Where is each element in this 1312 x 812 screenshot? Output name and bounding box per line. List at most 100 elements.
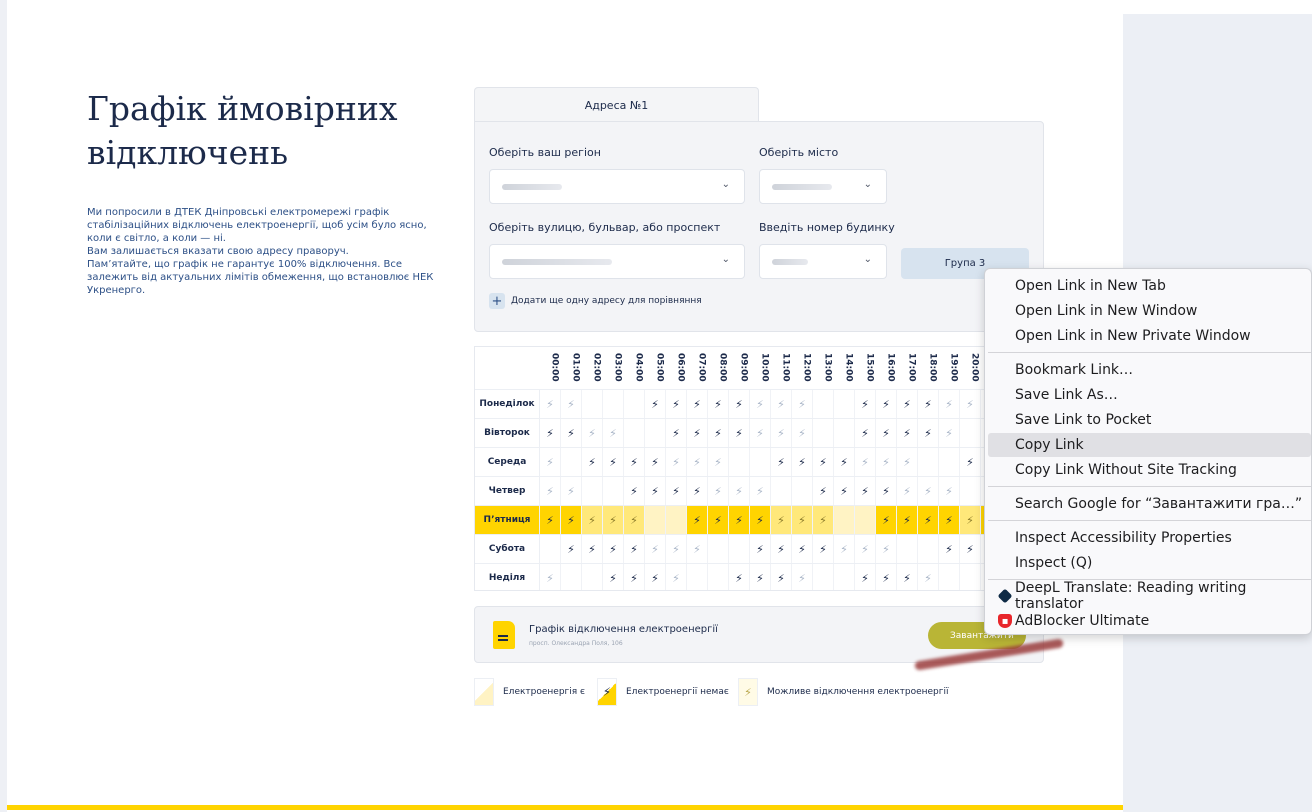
schedule-cell xyxy=(645,506,666,534)
hour-header: 16:00 xyxy=(885,353,896,382)
page-title: Графік ймовірних відключень xyxy=(87,89,398,172)
schedule-cell xyxy=(708,535,729,563)
outage-icon: ⚡ xyxy=(666,419,687,447)
hour-header: 02:00 xyxy=(591,353,602,382)
hour-header: 10:00 xyxy=(759,353,770,382)
outage-icon: ⚡ xyxy=(687,477,708,505)
possible-outage-icon: ⚡ xyxy=(897,477,918,505)
outage-icon: ⚡ xyxy=(813,477,834,505)
outage-icon: ⚡ xyxy=(561,535,582,563)
outage-schedule-table: 00:00 01:00 02:00 03:00 04:00 05:00 06:00 07:00… xyxy=(474,346,1044,591)
outage-icon: ⚡ xyxy=(855,390,876,418)
schedule-cell xyxy=(960,564,981,590)
outage-icon: ⚡ xyxy=(897,390,918,418)
add-address-link[interactable]: + Додати ще одну адресу для порівняння xyxy=(489,293,702,309)
outage-icon: ⚡ xyxy=(624,564,645,590)
outage-icon: ⚡ xyxy=(960,535,981,563)
outage-icon: ⚡ xyxy=(561,506,582,534)
outage-icon: ⚡ xyxy=(813,535,834,563)
outage-icon: ⚡ xyxy=(771,564,792,590)
menu-copy-link[interactable]: Copy Link xyxy=(988,433,1311,457)
outage-icon: ⚡ xyxy=(897,506,918,534)
menu-bookmark-link[interactable]: Bookmark Link… xyxy=(988,358,1311,382)
possible-outage-icon: ⚡ xyxy=(771,506,792,534)
street-select[interactable]: ⌄ xyxy=(489,244,745,279)
city-select[interactable]: ⌄ xyxy=(759,169,887,204)
outage-icon: ⚡ xyxy=(855,419,876,447)
menu-adblocker-label: AdBlocker Ultimate xyxy=(1015,613,1150,629)
outage-icon: ⚡ xyxy=(897,564,918,590)
outage-icon: ⚡ xyxy=(918,390,939,418)
schedule-cell xyxy=(834,564,855,590)
hour-header: 14:00 xyxy=(843,353,854,382)
outage-icon: ⚡ xyxy=(729,390,750,418)
outage-icon: ⚡ xyxy=(939,535,960,563)
city-label: Оберіть місто xyxy=(759,146,839,159)
outage-icon: ⚡ xyxy=(876,506,897,534)
menu-adblocker[interactable]: ▪ AdBlocker Ultimate xyxy=(988,609,1311,633)
outage-icon: ⚡ xyxy=(729,419,750,447)
outage-icon: ⚡ xyxy=(834,448,855,476)
schedule-row: Вівторок ⚡ ⚡ ⚡ ⚡ ⚡ ⚡ ⚡ ⚡ ⚡ ⚡ ⚡ ⚡ ⚡ ⚡ ⚡ ⚡ xyxy=(475,418,1043,447)
outage-icon: ⚡ xyxy=(918,506,939,534)
chevron-down-icon: ⌄ xyxy=(863,254,872,265)
menu-inspect-accessibility[interactable]: Inspect Accessibility Properties xyxy=(988,526,1311,550)
schedule-cell xyxy=(582,390,603,418)
legend-item-yes: Електроенергія є xyxy=(474,678,585,706)
menu-deepl-translate[interactable]: DeepL Translate: Reading writing transla… xyxy=(988,580,1311,612)
house-select[interactable]: ⌄ xyxy=(759,244,887,279)
menu-open-new-window[interactable]: Open Link in New Window xyxy=(988,299,1311,323)
outage-icon: ⚡ xyxy=(708,506,729,534)
house-label: Введіть номер будинку xyxy=(759,221,895,234)
outage-icon: ⚡ xyxy=(624,477,645,505)
menu-search-google[interactable]: Search Google for “Завантажити гра…” xyxy=(988,492,1311,516)
menu-open-new-tab[interactable]: Open Link in New Tab xyxy=(988,274,1311,298)
outage-icon: ⚡ xyxy=(771,448,792,476)
possible-outage-icon: ⚡ xyxy=(918,564,939,590)
schedule-cell xyxy=(771,477,792,505)
hour-header: 12:00 xyxy=(801,353,812,382)
plus-icon: + xyxy=(489,293,505,309)
possible-outage-icon: ⚡ xyxy=(540,477,561,505)
possible-outage-icon: ⚡ xyxy=(729,477,750,505)
outage-icon: ⚡ xyxy=(876,419,897,447)
region-select[interactable]: ⌄ xyxy=(489,169,745,204)
possible-outage-icon: ⚡ xyxy=(792,506,813,534)
schedule-cell xyxy=(561,448,582,476)
possible-outage-icon: ⚡ xyxy=(708,477,729,505)
outage-icon: ⚡ xyxy=(792,535,813,563)
menu-open-private-window[interactable]: Open Link in New Private Window xyxy=(988,324,1311,348)
menu-separator xyxy=(988,352,1311,353)
menu-copy-link-no-tracking[interactable]: Copy Link Without Site Tracking xyxy=(988,458,1311,482)
context-menu: Open Link in New Tab Open Link in New Wi… xyxy=(984,268,1312,635)
possible-outage-icon: ⚡ xyxy=(939,477,960,505)
outage-icon: ⚡ xyxy=(771,535,792,563)
chevron-down-icon: ⌄ xyxy=(863,179,872,190)
schedule-cell xyxy=(729,535,750,563)
outage-icon: ⚡ xyxy=(750,506,771,534)
day-label: П’ятниця xyxy=(475,506,540,534)
menu-inspect[interactable]: Inspect (Q) xyxy=(988,551,1311,575)
deepl-icon xyxy=(997,588,1013,604)
menu-save-to-pocket[interactable]: Save Link to Pocket xyxy=(988,408,1311,432)
tab-address-1[interactable]: Адреса №1 xyxy=(474,87,759,122)
outage-icon: ⚡ xyxy=(561,419,582,447)
menu-save-link-as[interactable]: Save Link As… xyxy=(988,383,1311,407)
possible-outage-icon: ⚡ xyxy=(582,419,603,447)
schedule-cell xyxy=(645,419,666,447)
possible-outage-icon: ⚡ xyxy=(540,390,561,418)
hour-header: 07:00 xyxy=(696,353,707,382)
add-address-label: Додати ще одну адресу для порівняння xyxy=(511,296,702,306)
region-label: Оберіть ваш регіон xyxy=(489,146,601,159)
possible-outage-icon: ⚡ xyxy=(771,390,792,418)
city-value-blurred xyxy=(772,184,832,190)
hour-header: 06:00 xyxy=(675,353,686,382)
outage-icon: ⚡ xyxy=(876,390,897,418)
schedule-cell xyxy=(918,448,939,476)
outage-icon: ⚡ xyxy=(855,477,876,505)
hour-header: 03:00 xyxy=(612,353,623,382)
hour-header: 01:00 xyxy=(570,353,581,382)
schedule-cell xyxy=(624,390,645,418)
day-label: Середа xyxy=(475,448,540,476)
outage-icon: ⚡ xyxy=(855,564,876,590)
